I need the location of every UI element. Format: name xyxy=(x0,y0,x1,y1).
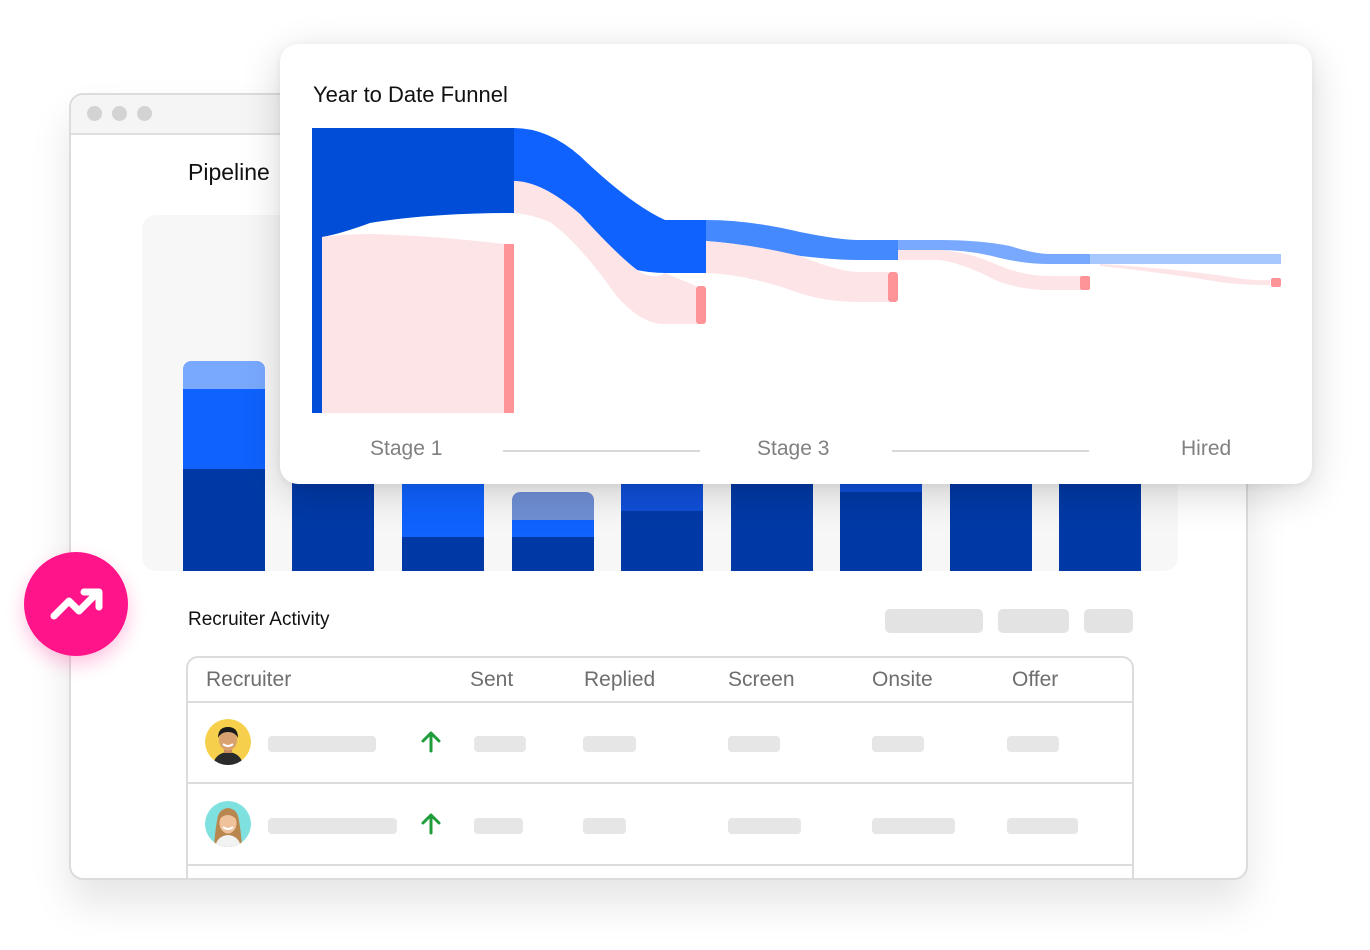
column-header-recruiter[interactable]: Recruiter xyxy=(206,668,291,692)
funnel-stage3-dropoff-edge xyxy=(888,272,898,302)
column-header-onsite[interactable]: Onsite xyxy=(872,668,933,692)
sent-value-placeholder xyxy=(474,736,526,752)
row-divider xyxy=(188,864,1132,866)
replied-value-placeholder xyxy=(583,818,626,834)
window-close-dot[interactable] xyxy=(87,106,102,121)
pipeline-title: Pipeline xyxy=(188,159,270,185)
filter-placeholder[interactable] xyxy=(1084,609,1133,633)
onsite-value-placeholder xyxy=(872,736,924,752)
stage-label-hired: Hired xyxy=(1181,437,1232,460)
up-arrow-icon xyxy=(421,731,441,753)
window-maximize-dot[interactable] xyxy=(137,106,152,121)
pipeline-bar[interactable] xyxy=(621,475,703,571)
column-header-replied[interactable]: Replied xyxy=(584,668,655,692)
stage-divider xyxy=(892,450,1089,452)
recruiter-name-placeholder xyxy=(268,736,376,752)
funnel-card: Year to Date Funnel Stage 1 Stage 3 Hire… xyxy=(280,44,1312,484)
pipeline-bar[interactable] xyxy=(840,475,922,571)
pipeline-bar[interactable] xyxy=(512,492,594,571)
recruiter-activity-title: Recruiter Activity xyxy=(188,609,330,630)
recruiter-avatar xyxy=(205,801,251,847)
stage-label-1: Stage 1 xyxy=(370,437,443,460)
funnel-stage2-dropoff-edge xyxy=(696,286,706,324)
pipeline-bar[interactable] xyxy=(292,475,374,571)
offer-value-placeholder xyxy=(1007,818,1078,834)
window-minimize-dot[interactable] xyxy=(112,106,127,121)
recruiter-avatar xyxy=(205,719,251,765)
onsite-value-placeholder xyxy=(872,818,955,834)
header-divider xyxy=(188,701,1132,703)
filter-placeholder[interactable] xyxy=(998,609,1069,633)
row-divider xyxy=(188,782,1132,784)
funnel-flow-hired xyxy=(1090,254,1281,264)
funnel-hired-dropoff-edge xyxy=(1271,278,1281,287)
screen-value-placeholder xyxy=(728,818,801,834)
recruiter-activity-table: Recruiter Sent Replied Screen Onsite Off… xyxy=(186,656,1134,878)
pipeline-bar[interactable] xyxy=(1059,475,1141,571)
funnel-flow-4-dropoff xyxy=(1100,264,1270,285)
funnel-chart[interactable] xyxy=(280,44,1312,484)
column-header-sent[interactable]: Sent xyxy=(470,668,513,692)
sent-value-placeholder xyxy=(474,818,523,834)
screen-value-placeholder xyxy=(728,736,780,752)
funnel-stage1-dropoff xyxy=(322,234,504,413)
column-header-offer[interactable]: Offer xyxy=(1012,668,1058,692)
pipeline-bar[interactable] xyxy=(183,361,265,571)
funnel-stage1-dropoff-edge xyxy=(504,244,514,413)
pipeline-bar[interactable] xyxy=(950,475,1032,571)
trending-badge[interactable] xyxy=(24,552,128,656)
up-arrow-icon xyxy=(421,813,441,835)
column-header-screen[interactable]: Screen xyxy=(728,668,795,692)
stage-divider xyxy=(503,450,700,452)
offer-value-placeholder xyxy=(1007,736,1059,752)
funnel-stage4-dropoff-edge xyxy=(1080,276,1090,290)
trending-up-icon xyxy=(50,588,103,620)
filter-placeholder[interactable] xyxy=(885,609,983,633)
stage-label-3: Stage 3 xyxy=(757,437,830,460)
pipeline-bar[interactable] xyxy=(402,475,484,571)
recruiter-name-placeholder xyxy=(268,818,397,834)
replied-value-placeholder xyxy=(583,736,636,752)
pipeline-bar[interactable] xyxy=(731,475,813,571)
